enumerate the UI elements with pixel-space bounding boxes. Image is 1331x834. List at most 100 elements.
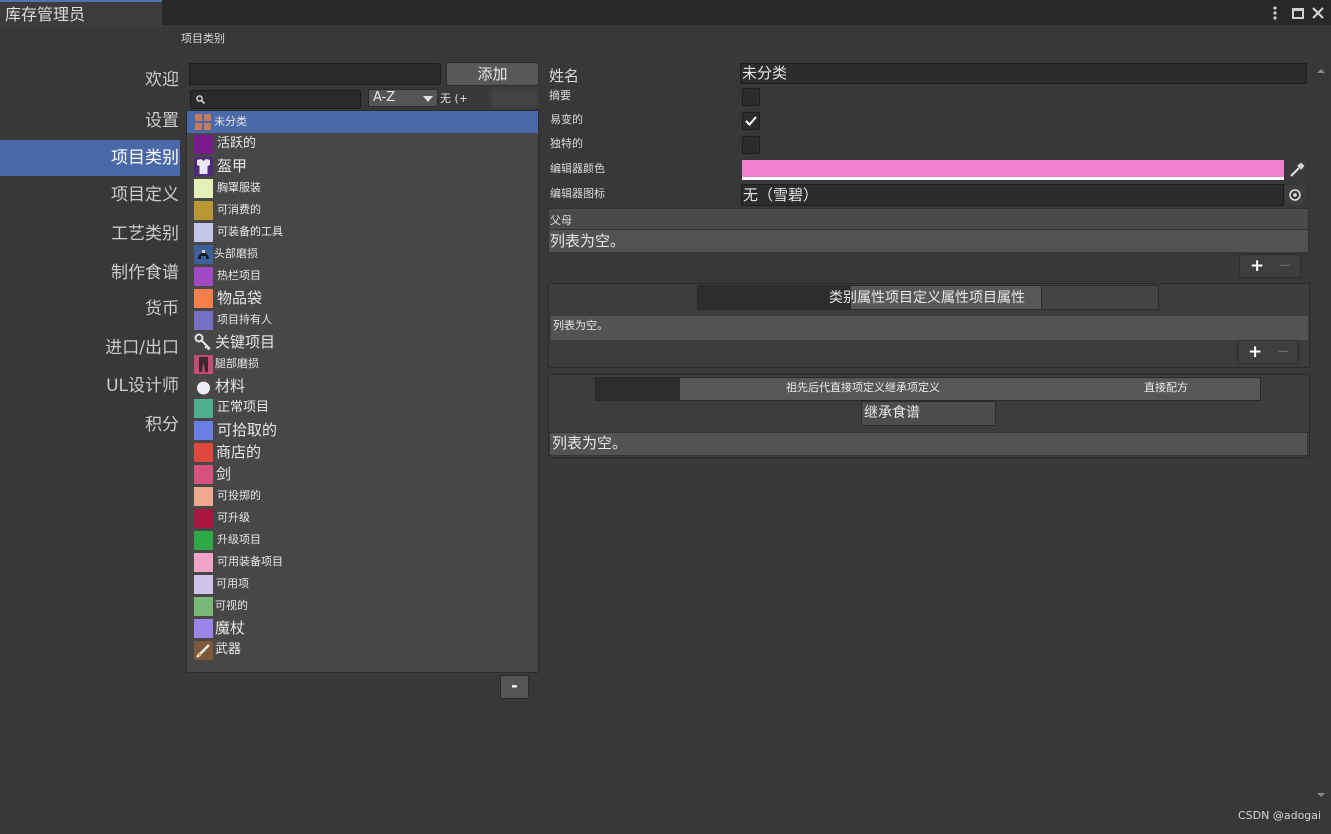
- new-category-name-input[interactable]: [189, 63, 441, 85]
- list-item[interactable]: 胸罩服装: [187, 177, 538, 199]
- list-item[interactable]: 可投掷的: [187, 485, 538, 507]
- list-item[interactable]: 项目持有人: [187, 309, 538, 331]
- name-field[interactable]: 未分类: [740, 63, 1307, 84]
- list-item[interactable]: 可用装备项目: [187, 551, 538, 573]
- parent-remove-button[interactable]: −: [1279, 256, 1292, 274]
- nav-item-craft-categories[interactable]: 工艺类别: [0, 216, 180, 252]
- more-vertical-icon: [1273, 6, 1277, 20]
- remove-button[interactable]: -: [500, 675, 529, 699]
- color-swatch: [194, 443, 213, 462]
- list-item-label: 腿部磨损: [215, 357, 259, 370]
- filter-select[interactable]: 无 (+: [440, 90, 468, 106]
- scroll-up-icon[interactable]: [1316, 66, 1326, 76]
- list-item-label: 项目持有人: [217, 313, 272, 326]
- parent-list-header: 父母: [548, 208, 1309, 230]
- color-swatch: [194, 575, 213, 594]
- filter-blurred-area: [490, 88, 538, 108]
- scroll-down-icon[interactable]: [1316, 790, 1326, 800]
- parent-add-button[interactable]: +: [1250, 256, 1264, 276]
- nav-item-credits[interactable]: 积分: [0, 407, 180, 443]
- editor-color-label: 编辑器颜色: [550, 162, 605, 175]
- color-swatch: [194, 465, 213, 484]
- editor-icon-field[interactable]: 无（雪碧）: [741, 184, 1284, 206]
- list-item[interactable]: 正常项目: [187, 397, 538, 419]
- color-swatch: [194, 179, 213, 198]
- parent-list-controls: + −: [1239, 254, 1301, 278]
- list-item[interactable]: 可升级: [187, 507, 538, 529]
- list-item-label: 可用装备项目: [217, 555, 283, 568]
- mutable-checkbox[interactable]: [742, 112, 760, 130]
- helmet-icon: [194, 245, 213, 264]
- unique-checkbox[interactable]: [742, 136, 760, 154]
- list-item[interactable]: 可视的: [187, 595, 538, 617]
- summary-checkbox[interactable]: [742, 88, 760, 106]
- list-item[interactable]: 可用项: [187, 573, 538, 595]
- add-button[interactable]: 添加: [446, 62, 539, 86]
- list-item[interactable]: 头部磨损: [187, 243, 538, 265]
- list-item-label: 可装备的工具: [217, 225, 283, 238]
- color-swatch: [194, 289, 213, 308]
- search-input[interactable]: [190, 90, 361, 109]
- recipes-tab-left[interactable]: [596, 378, 680, 400]
- recipes-tab-label[interactable]: 祖先后代直接项定义继承项定义: [786, 379, 940, 395]
- watermark: CSDN @adogai: [1238, 809, 1322, 822]
- list-item[interactable]: 商店的: [187, 441, 538, 463]
- nav-item-item-categories[interactable]: 项目类别: [0, 140, 180, 176]
- summary-label: 摘要: [549, 89, 571, 102]
- list-item-label: 正常项目: [217, 400, 270, 415]
- window-title-tab[interactable]: 库存管理员: [0, 0, 162, 27]
- list-item-label: 头部磨损: [214, 247, 258, 260]
- armor-icon: [194, 157, 213, 176]
- list-item[interactable]: 剑: [187, 463, 538, 485]
- color-swatch: [194, 421, 213, 440]
- list-item-label: 关键项目: [215, 333, 276, 351]
- list-item[interactable]: 未分类: [187, 111, 538, 133]
- title-bar: [0, 0, 1331, 25]
- list-item[interactable]: 武器: [187, 639, 538, 661]
- eyedropper-button[interactable]: [1286, 159, 1306, 181]
- sort-order-value: A-Z: [373, 90, 396, 105]
- color-swatch: [194, 509, 213, 528]
- tab-direct-recipes[interactable]: 直接配方: [1144, 379, 1188, 395]
- properties-tab-right[interactable]: [1041, 286, 1158, 309]
- list-item[interactable]: 物品袋: [187, 287, 538, 309]
- object-picker-button[interactable]: [1285, 185, 1305, 205]
- list-item-label: 魔杖: [215, 619, 246, 637]
- nav-item-settings[interactable]: 设置: [0, 103, 180, 139]
- nav-item-item-definitions[interactable]: 项目定义: [0, 177, 180, 213]
- editor-color-field[interactable]: [742, 160, 1284, 180]
- close-button[interactable]: [1309, 3, 1327, 23]
- list-item[interactable]: 升级项目: [187, 529, 538, 551]
- maximize-button[interactable]: [1289, 3, 1307, 23]
- list-item[interactable]: 腿部磨损: [187, 353, 538, 375]
- property-remove-button[interactable]: −: [1277, 342, 1290, 360]
- list-item-label: 可用项: [216, 577, 249, 590]
- list-item[interactable]: 可拾取的: [187, 419, 538, 441]
- list-item[interactable]: 可消费的: [187, 199, 538, 221]
- list-item[interactable]: 关键项目: [187, 331, 538, 353]
- nav-item-currencies[interactable]: 货币: [0, 291, 180, 327]
- list-item[interactable]: 热栏项目: [187, 265, 538, 287]
- property-add-button[interactable]: +: [1248, 342, 1262, 362]
- nav-item-crafting-recipes[interactable]: 制作食谱: [0, 255, 180, 291]
- list-item[interactable]: 可装备的工具: [187, 221, 538, 243]
- list-item[interactable]: 活跃的: [187, 133, 538, 155]
- grid-icon: [195, 114, 211, 130]
- list-item[interactable]: 魔杖: [187, 617, 538, 639]
- properties-tab-label[interactable]: 类别属性项目定义属性项目属性: [829, 287, 1025, 307]
- close-icon: [1312, 7, 1324, 19]
- list-item[interactable]: 盔甲: [187, 155, 538, 177]
- list-item-label: 活跃的: [217, 136, 257, 151]
- color-swatch: [194, 135, 213, 154]
- color-swatch: [194, 597, 213, 616]
- category-list[interactable]: 未分类 活跃的 盔甲 胸罩服装 可消费的 可装备的工具 头部磨损 热栏项目 物品…: [186, 110, 539, 673]
- nav-item-import-export[interactable]: 进口/出口: [0, 330, 180, 366]
- more-options-button[interactable]: [1266, 3, 1284, 23]
- list-item-label: 可视的: [215, 599, 248, 612]
- nav-item-ui-designer[interactable]: UL设计师: [0, 368, 180, 404]
- nav-item-welcome[interactable]: 欢迎: [0, 62, 180, 98]
- mutable-label: 易变的: [550, 113, 583, 126]
- list-item[interactable]: 材料: [187, 375, 538, 397]
- sort-order-select[interactable]: A-Z: [368, 89, 438, 107]
- tab-inherited-recipes[interactable]: 继承食谱: [861, 401, 996, 426]
